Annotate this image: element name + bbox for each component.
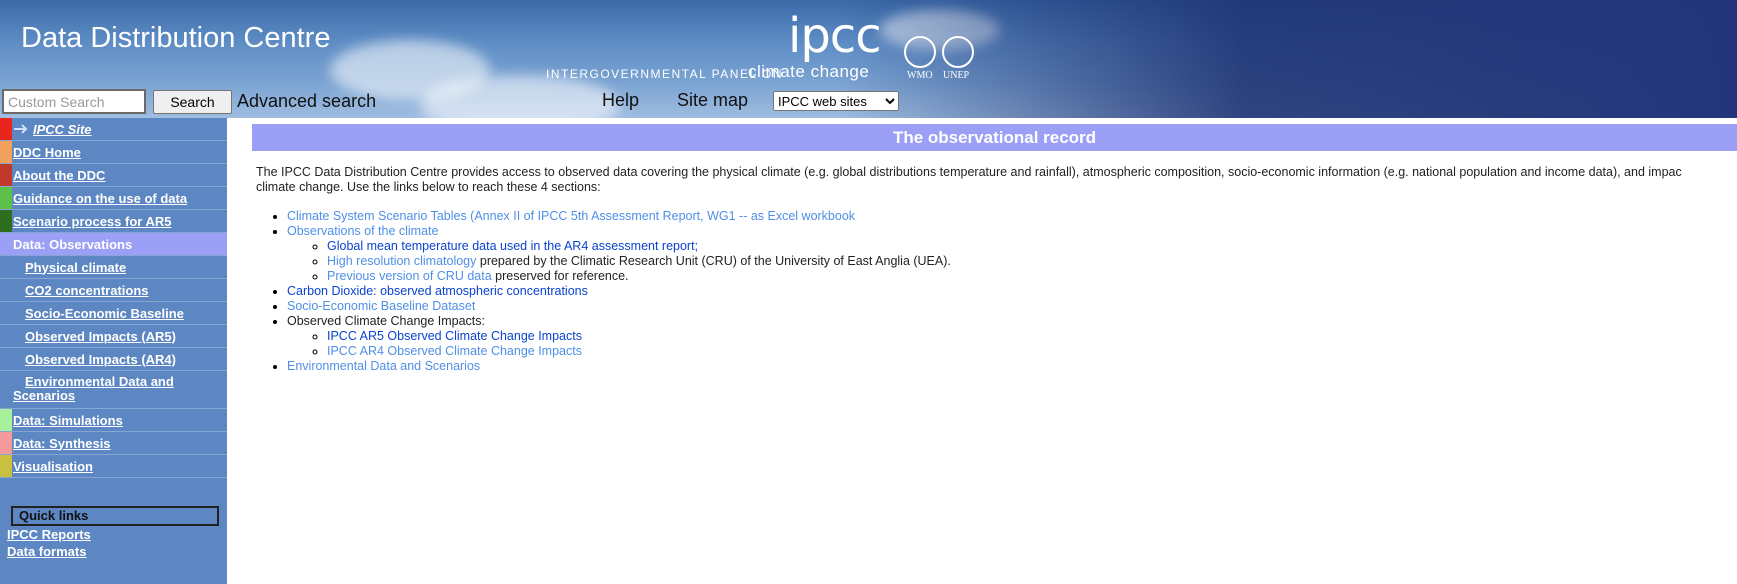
sidebar-link-synthesis[interactable]: Data: Synthesis <box>0 436 111 451</box>
unep-emblem-icon <box>942 36 974 68</box>
sidebar-item-about[interactable]: About the DDC <box>0 164 227 187</box>
color-strip <box>0 409 12 431</box>
unep-label: UNEP <box>943 70 970 81</box>
global-mean-temp-link[interactable]: Global mean temperature data used in the… <box>327 239 698 253</box>
sidebar-link-socio-economic[interactable]: Socio-Economic Baseline <box>0 306 184 321</box>
previous-cru-link[interactable]: Previous version of CRU data <box>327 269 492 283</box>
impacts-sublist: IPCC AR5 Observed Climate Change Impacts… <box>287 329 1737 359</box>
sidebar-item-ddc-home[interactable]: DDC Home <box>0 141 227 164</box>
sidebar-link-scenario-process[interactable]: Scenario process for AR5 <box>0 214 171 229</box>
list-item: Socio-Economic Baseline Dataset <box>287 299 1737 314</box>
sidebar-item-co2[interactable]: CO2 concentrations <box>0 279 227 302</box>
list-item: IPCC AR5 Observed Climate Change Impacts <box>327 329 1737 344</box>
previous-cru-description: preserved for reference. <box>491 269 629 283</box>
color-strip <box>0 187 12 209</box>
wmo-emblem-icon <box>904 36 936 68</box>
sidebar-link-data-observations[interactable]: Data: Observations <box>0 237 132 252</box>
sidebar-item-synthesis[interactable]: Data: Synthesis <box>0 432 227 455</box>
ar5-impacts-link[interactable]: IPCC AR5 Observed Climate Change Impacts <box>327 329 582 343</box>
high-res-description: prepared by the Climatic Research Unit (… <box>476 254 951 268</box>
scenario-tables-link[interactable]: Climate System Scenario Tables (Annex II… <box>287 209 855 223</box>
color-strip <box>0 118 12 140</box>
sidebar-item-visualisation[interactable]: Visualisation <box>0 455 227 478</box>
color-strip <box>0 164 12 186</box>
sidebar-link-simulations[interactable]: Data: Simulations <box>0 413 123 428</box>
list-item: Environmental Data and Scenarios <box>287 359 1737 374</box>
quick-link-data-formats[interactable]: Data formats <box>7 544 86 559</box>
color-strip <box>0 455 12 477</box>
help-link[interactable]: Help <box>602 90 639 111</box>
sidebar-link-impacts-ar5[interactable]: Observed Impacts (AR5) <box>0 329 176 344</box>
sidebar-item-impacts-ar4[interactable]: Observed Impacts (AR4) <box>0 348 227 371</box>
list-item: Observations of the climate Global mean … <box>287 224 1737 284</box>
ar4-impacts-link[interactable]: IPCC AR4 Observed Climate Change Impacts <box>327 344 582 358</box>
high-res-climatology-link[interactable]: High resolution climatology <box>327 254 476 268</box>
list-item: Previous version of CRU data preserved f… <box>327 269 1737 284</box>
search-button[interactable]: Search <box>153 90 232 114</box>
logo-tagline-climate: climate change <box>748 62 870 81</box>
sidebar-link-ddc-home[interactable]: DDC Home <box>0 145 81 160</box>
arrow-icon <box>14 124 28 134</box>
sidebar-link-environmental[interactable]: Environmental Data and Scenarios <box>0 375 227 403</box>
main-content: The observational record The IPCC Data D… <box>252 124 1737 374</box>
intro-paragraph: The IPCC Data Distribution Centre provid… <box>256 165 1737 195</box>
ipcc-logo[interactable]: ipcc <box>788 8 882 64</box>
quick-links-heading: Quick links <box>11 506 219 526</box>
observations-sublist: Global mean temperature data used in the… <box>287 239 1737 284</box>
sidebar-item-socio-economic[interactable]: Socio-Economic Baseline <box>0 302 227 325</box>
intro-line: climate change. Use the links below to r… <box>256 180 601 194</box>
environmental-data-link[interactable]: Environmental Data and Scenarios <box>287 359 480 373</box>
sidebar-link-visualisation[interactable]: Visualisation <box>0 459 93 474</box>
header-banner: Data Distribution Centre Search Advanced… <box>0 0 1737 118</box>
color-strip <box>0 432 12 454</box>
page-title: The observational record <box>252 124 1737 151</box>
list-item: Observed Climate Change Impacts: IPCC AR… <box>287 314 1737 359</box>
sidebar-item-ipcc-site[interactable]: IPCC Site <box>0 118 227 141</box>
intro-line: The IPCC Data Distribution Centre provid… <box>256 165 1682 179</box>
sidebar-item-environmental[interactable]: Environmental Data and Scenarios <box>0 371 227 409</box>
socio-economic-link[interactable]: Socio-Economic Baseline Dataset <box>287 299 475 313</box>
list-item: IPCC AR4 Observed Climate Change Impacts <box>327 344 1737 359</box>
sidebar-item-guidance[interactable]: Guidance on the use of data <box>0 187 227 210</box>
search-input[interactable] <box>2 89 146 114</box>
co2-link[interactable]: Carbon Dioxide: observed atmospheric con… <box>287 284 588 298</box>
impacts-label: Observed Climate Change Impacts: <box>287 314 486 328</box>
ipcc-sites-select[interactable]: IPCC web sites <box>773 91 899 111</box>
sidebar-item-impacts-ar5[interactable]: Observed Impacts (AR5) <box>0 325 227 348</box>
list-item: High resolution climatology prepared by … <box>327 254 1737 269</box>
sidebar-link-guidance[interactable]: Guidance on the use of data <box>0 191 187 206</box>
color-strip <box>0 210 12 232</box>
sections-list: Climate System Scenario Tables (Annex II… <box>252 209 1737 374</box>
sidebar-link-physical-climate[interactable]: Physical climate <box>0 260 126 275</box>
observations-link[interactable]: Observations of the climate <box>287 224 438 238</box>
quick-link-ipcc-reports[interactable]: IPCC Reports <box>7 527 91 542</box>
color-strip <box>0 141 12 163</box>
sidebar-link-impacts-ar4[interactable]: Observed Impacts (AR4) <box>0 352 176 367</box>
list-item: Global mean temperature data used in the… <box>327 239 1737 254</box>
sidebar: IPCC Site DDC Home About the DDC Guidanc… <box>0 118 227 584</box>
sidebar-link-co2[interactable]: CO2 concentrations <box>0 283 149 298</box>
list-item: Carbon Dioxide: observed atmospheric con… <box>287 284 1737 299</box>
wmo-label: WMO <box>907 70 933 81</box>
sidebar-link-about[interactable]: About the DDC <box>0 168 105 183</box>
sitemap-link[interactable]: Site map <box>677 90 748 111</box>
advanced-search-link[interactable]: Advanced search <box>237 91 376 112</box>
sidebar-item-physical-climate[interactable]: Physical climate <box>0 256 227 279</box>
sidebar-item-scenario-process[interactable]: Scenario process for AR5 <box>0 210 227 233</box>
list-item: Climate System Scenario Tables (Annex II… <box>287 209 1737 224</box>
sidebar-item-simulations[interactable]: Data: Simulations <box>0 409 227 432</box>
sidebar-item-data-observations[interactable]: Data: Observations <box>0 233 227 256</box>
site-title: Data Distribution Centre <box>21 22 331 54</box>
